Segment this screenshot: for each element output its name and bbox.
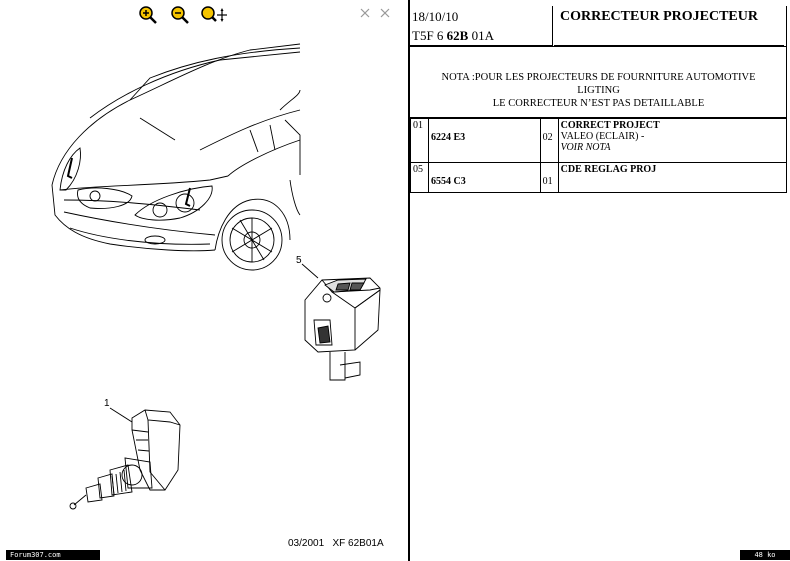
parts-pane: 18/10/10 T5F 6 62B 01A CORRECTEUR PROJEC… xyxy=(410,0,790,561)
pan-icon[interactable] xyxy=(200,5,228,25)
drawing-pane: 5 1 03/2001 XF 62B01A xyxy=(0,0,408,561)
part-index: 01 xyxy=(410,118,429,163)
part-quantity: 02 xyxy=(542,132,553,143)
callout-5: 5 xyxy=(296,255,302,266)
table-row[interactable]: 01 6224 E3 02 CORRECT PROJECT VALEO (ECL… xyxy=(410,118,788,163)
part-description: CDE REGLAG PROJ xyxy=(557,162,788,193)
note-box: NOTA :POUR LES PROJECTEURS DE FOURNITURE… xyxy=(410,46,787,118)
zoom-in-icon[interactable] xyxy=(138,5,158,25)
site-watermark: Forum307.com xyxy=(6,550,100,560)
header-meta: 18/10/10 T5F 6 62B 01A xyxy=(410,6,553,46)
part-quantity: 01 xyxy=(542,176,553,187)
note-line: NOTA :POUR LES PROJECTEURS DE FOURNITURE… xyxy=(441,72,756,83)
page-title: CORRECTEUR PROJECTEUR xyxy=(554,6,784,46)
part-name: CORRECT PROJECT xyxy=(560,120,660,131)
part-5-switch xyxy=(301,263,381,381)
close-icon[interactable] xyxy=(378,6,392,20)
part-reference[interactable]: 6554 C3 xyxy=(431,176,538,187)
car-illustration xyxy=(51,43,301,271)
zoom-out-icon[interactable] xyxy=(170,5,190,25)
drawing-reference: 03/2001 XF 62B01A xyxy=(288,538,384,549)
part-quantity-cell: 01 xyxy=(539,162,559,193)
parts-table: 01 6224 E3 02 CORRECT PROJECT VALEO (ECL… xyxy=(410,118,788,193)
header-date: 18/10/10 xyxy=(412,9,459,24)
file-size: 48 ko xyxy=(740,550,790,560)
part-note: VOIR NOTA xyxy=(560,142,611,153)
close-icon[interactable] xyxy=(358,6,372,20)
part-name: CDE REGLAG PROJ xyxy=(560,164,657,175)
part-index: 05 xyxy=(410,162,429,193)
part-description: CORRECT PROJECT VALEO (ECLAIR) - VOIR NO… xyxy=(557,118,788,163)
note-line: LIGTING xyxy=(577,85,620,96)
header-code: T5F 6 62B 01A xyxy=(412,28,494,43)
part-detail: VALEO (ECLAIR) - xyxy=(560,131,645,142)
callout-1: 1 xyxy=(104,398,110,409)
headlight-adjuster-markers xyxy=(66,157,191,207)
part-reference[interactable]: 6224 E3 xyxy=(431,132,538,143)
part-reference-cell: 6554 C3 xyxy=(427,162,541,193)
table-row[interactable]: 05 6554 C3 01 CDE REGLAG PROJ xyxy=(410,162,788,193)
part-reference-cell: 6224 E3 xyxy=(427,118,541,163)
exploded-view-drawing xyxy=(51,43,381,510)
note-line: LE CORRECTEUR N’EST PAS DETAILLABLE xyxy=(492,98,705,109)
viewer-toolbar xyxy=(0,0,408,30)
part-quantity-cell: 02 xyxy=(539,118,559,163)
part-1-actuator xyxy=(69,407,181,510)
